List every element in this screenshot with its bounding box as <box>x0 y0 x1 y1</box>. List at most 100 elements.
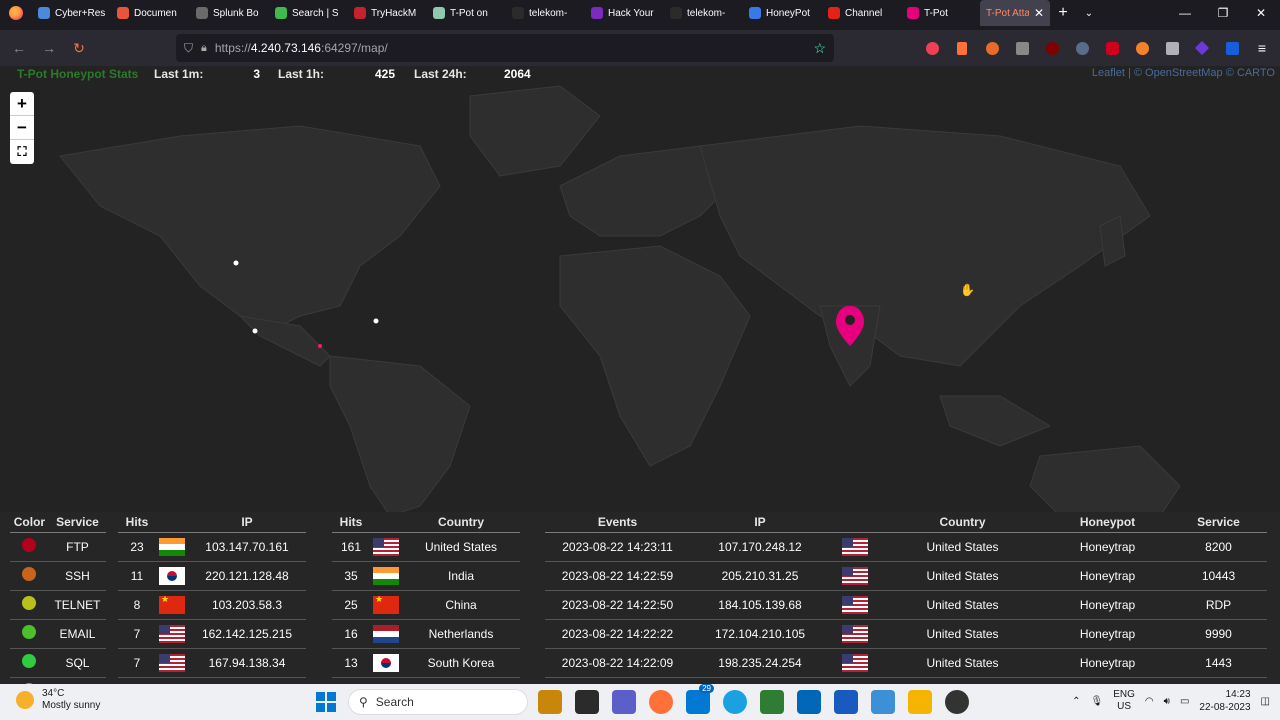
bookmark-star-icon[interactable]: ☆ <box>813 40 826 57</box>
chevron-up-icon[interactable]: ⌃ <box>1072 696 1080 707</box>
flag-us-icon <box>159 624 185 643</box>
download-icon[interactable] <box>950 36 974 60</box>
table-header: Country <box>402 512 520 533</box>
close-window-button[interactable]: ✕ <box>1242 0 1280 26</box>
pocket-icon[interactable] <box>920 36 944 60</box>
service-color-dot <box>22 625 37 639</box>
windows-start-icon[interactable] <box>316 692 336 712</box>
fullscreen-button[interactable]: ⛶ <box>10 140 34 164</box>
window-controls: — ❐ ✕ <box>1166 0 1280 26</box>
tab[interactable]: Documen <box>111 0 190 26</box>
teams-icon[interactable] <box>612 690 636 714</box>
tab[interactable]: HoneyPot <box>743 0 822 26</box>
event-ip-cell: 172.104.210.105 <box>690 619 830 649</box>
tab[interactable]: Search | S <box>269 0 348 26</box>
tab[interactable]: Hack Your <box>585 0 664 26</box>
hits-cell: 13 <box>332 648 370 678</box>
weather-temp: 34°C <box>42 688 65 699</box>
tab-favicon-icon <box>196 7 208 19</box>
extension-box-icon[interactable] <box>1010 36 1034 60</box>
table-header: Service <box>48 512 106 533</box>
tab[interactable]: T-Pot on <box>427 0 506 26</box>
wifi-icon[interactable]: ◠ <box>1145 696 1154 707</box>
extension-lock-icon[interactable] <box>1100 36 1124 60</box>
table-row: 25 China <box>332 590 520 620</box>
table-header: Honeypot <box>1045 512 1170 533</box>
zoom-in-button[interactable]: + <box>10 92 34 116</box>
tab[interactable]: Splunk Bo <box>190 0 269 26</box>
menu-icon[interactable]: ≡ <box>1250 36 1274 60</box>
clock[interactable]: 14:23 22-08-2023 <box>1199 688 1250 714</box>
table-header: IP <box>188 512 306 533</box>
table-row: TELNET <box>10 590 106 620</box>
events-table: Events IP Country Honeypot Service 2023-… <box>545 512 1267 678</box>
tab[interactable]: TryHackM <box>348 0 427 26</box>
minimize-button[interactable]: — <box>1166 0 1204 26</box>
event-time-cell: 2023-08-22 14:22:59 <box>545 561 690 591</box>
new-tab-button[interactable]: + <box>1050 4 1076 22</box>
tab-favicon-icon <box>38 7 50 19</box>
firefox-taskbar-icon[interactable] <box>649 690 673 714</box>
table-row: 7 167.94.138.34 <box>118 648 306 678</box>
store-icon[interactable] <box>797 690 821 714</box>
map-tiles: ✋ <box>59 85 1181 517</box>
explorer-icon[interactable] <box>908 690 932 714</box>
lang-code: ENG <box>1113 689 1135 700</box>
terminal-icon[interactable] <box>760 690 784 714</box>
extensions-toolbar: ≡ <box>920 36 1274 60</box>
reload-button[interactable]: ↻ <box>64 33 94 63</box>
word-icon[interactable] <box>834 690 858 714</box>
extensions-puzzle-icon[interactable] <box>1160 36 1184 60</box>
extension-coin-icon[interactable] <box>1130 36 1154 60</box>
flag-nl-icon <box>373 624 399 643</box>
service-color-dot <box>22 596 37 610</box>
tab[interactable]: Channel <box>822 0 901 26</box>
volume-icon[interactable]: 🔊︎ <box>1164 696 1170 707</box>
tab-favicon-icon <box>433 7 445 19</box>
tab-label: TryHackM <box>371 7 417 19</box>
url-bar[interactable]: ⛉ 🔒︎ https://4.240.73.146:64297/map/ ☆ <box>176 34 834 62</box>
tab[interactable]: telekom- <box>506 0 585 26</box>
ublock-icon[interactable] <box>1040 36 1064 60</box>
edge-icon[interactable] <box>723 690 747 714</box>
battery-icon[interactable]: ▭ <box>1180 696 1189 707</box>
system-tray: ⌃ 🎙︎ ENG US ◠ 🔊︎ ▭ 14:23 22-08-2023 ◫ <box>1072 688 1270 714</box>
weather-widget[interactable]: 34°C Mostly sunny <box>16 688 100 712</box>
tab-active[interactable]: T-Pot Atta ✕ <box>980 0 1050 26</box>
notification-icon[interactable]: ◫ <box>1261 696 1270 707</box>
world-map[interactable]: ✋ T-Pot Honeypot Stats Last 1m: 3 Last 1… <box>0 66 1280 517</box>
tab[interactable]: T-Pot <box>901 0 980 26</box>
extension-diamond-icon[interactable] <box>1190 36 1214 60</box>
extension-r-icon[interactable] <box>980 36 1004 60</box>
mail-icon[interactable]: 29 <box>686 684 714 714</box>
restore-button[interactable]: ❐ <box>1204 0 1242 26</box>
extension-cursor-icon[interactable] <box>1070 36 1094 60</box>
close-icon[interactable]: ✕ <box>1034 6 1044 20</box>
hits-cell: 7 <box>118 648 156 678</box>
taskbar-search[interactable]: ⚲ Search <box>348 689 528 715</box>
table-row: 11 220.121.128.48 <box>118 561 306 591</box>
back-button[interactable]: ← <box>4 33 34 63</box>
notepad-icon[interactable] <box>871 690 895 714</box>
country-cell: South Korea <box>402 648 520 678</box>
map-attribution[interactable]: Leaflet | © OpenStreetMap © CARTO <box>1092 67 1275 79</box>
tab[interactable]: telekom- <box>664 0 743 26</box>
bitwarden-icon[interactable] <box>1220 36 1244 60</box>
forward-button[interactable]: → <box>34 33 64 63</box>
table-row: 8 103.203.58.3 <box>118 590 306 620</box>
service-name: FTP <box>48 532 106 562</box>
language-indicator[interactable]: ENG US <box>1113 689 1135 713</box>
task-view-icon[interactable] <box>575 690 599 714</box>
tab[interactable]: Cyber+Resum <box>32 0 111 26</box>
service-name: TELNET <box>48 590 106 620</box>
mail-badge: 29 <box>699 684 714 693</box>
zoom-out-button[interactable]: − <box>10 116 34 140</box>
chevron-down-icon[interactable]: ⌄ <box>1076 8 1102 19</box>
event-country-cell: United States <box>880 619 1045 649</box>
briefcase-icon[interactable] <box>538 690 562 714</box>
table-row: 35 India <box>332 561 520 591</box>
firefox-menu[interactable] <box>0 0 32 26</box>
table-header: Color <box>10 512 49 533</box>
obs-icon[interactable] <box>945 690 969 714</box>
microphone-icon[interactable]: 🎙︎ <box>1091 696 1104 707</box>
